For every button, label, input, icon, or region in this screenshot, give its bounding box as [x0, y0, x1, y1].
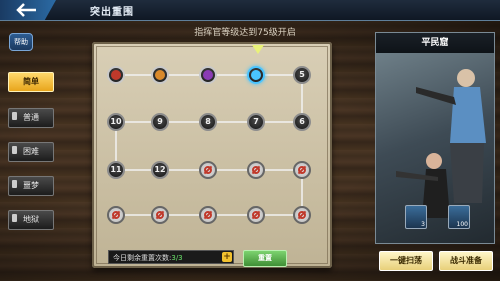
locked-stage-node[interactable]: [151, 206, 169, 224]
stage-node[interactable]: 6: [293, 113, 311, 131]
locked-stage-node[interactable]: [293, 206, 311, 224]
stage-number: 8: [205, 117, 211, 126]
stage-node[interactable]: 9: [151, 113, 169, 131]
stage-number: 10: [110, 117, 122, 126]
commander-avatar: [203, 70, 213, 80]
stage-preview-panel: 平民窟: [375, 32, 495, 244]
commander-avatar: [111, 70, 121, 80]
locked-stage-node[interactable]: [247, 206, 265, 224]
stage-node[interactable]: [107, 66, 125, 84]
reward-count: 3: [421, 221, 425, 228]
locked-stage-node[interactable]: [247, 161, 265, 179]
stage-name: 平民窟: [376, 33, 494, 53]
add-reset-button[interactable]: +: [222, 252, 232, 262]
commander-avatar: [155, 70, 165, 80]
stage-number: 5: [299, 70, 305, 79]
sweep-button[interactable]: 一键扫荡: [379, 251, 433, 271]
stage-node[interactable]: [247, 66, 265, 84]
stage-node[interactable]: 5: [293, 66, 311, 84]
stage-node[interactable]: 7: [247, 113, 265, 131]
locked-stage-node[interactable]: [199, 206, 217, 224]
stage-number: 7: [253, 117, 259, 126]
stage-node[interactable]: 11: [107, 161, 125, 179]
stage-node[interactable]: 8: [199, 113, 217, 131]
reward-item-1[interactable]: 3: [405, 205, 427, 229]
reward-item-2[interactable]: 100: [448, 205, 470, 229]
reset-label: 今日剩余重置次数:: [113, 254, 172, 262]
stage-node[interactable]: [151, 66, 169, 84]
stage-node[interactable]: [199, 66, 217, 84]
locked-stage-node[interactable]: [293, 161, 311, 179]
reset-count: 3/3: [171, 254, 183, 262]
stage-number: 9: [157, 117, 163, 126]
locked-stage-node[interactable]: [107, 206, 125, 224]
stage-number: 12: [154, 165, 166, 174]
stage-node[interactable]: 10: [107, 113, 125, 131]
current-stage-marker: [252, 45, 264, 54]
locked-stage-node[interactable]: [199, 161, 217, 179]
reset-counter: 今日剩余重置次数:3/3: [108, 250, 234, 264]
reset-button[interactable]: 重置: [243, 250, 287, 267]
stage-number: 11: [110, 165, 122, 174]
stage-node[interactable]: 12: [151, 161, 169, 179]
current-stage-icon: [251, 70, 261, 80]
battle-prepare-button[interactable]: 战斗准备: [439, 251, 493, 271]
reward-count: 100: [456, 221, 468, 228]
soldiers-illustration: [396, 69, 486, 218]
stage-number: 6: [299, 117, 305, 126]
stage-artwork: [376, 53, 494, 243]
